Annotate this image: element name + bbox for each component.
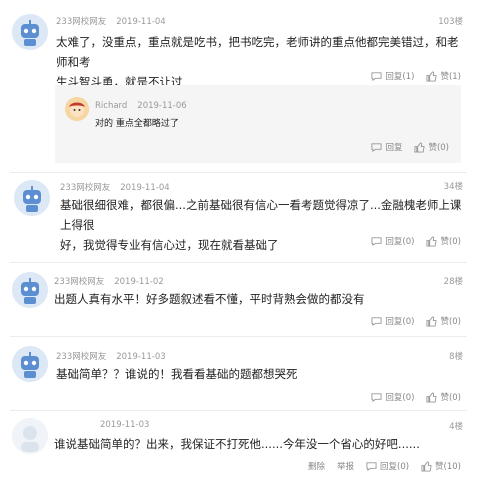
like-label: 赞(0) (440, 317, 461, 327)
cartoon-avatar-icon (65, 97, 89, 121)
avatar[interactable] (12, 14, 48, 50)
avatar[interactable] (12, 418, 48, 454)
reply-text: 对的 重点全都略过了 (95, 119, 179, 129)
like-label: 赞(1) (440, 72, 461, 82)
like-label: 赞(0) (440, 393, 461, 403)
reply-date: 2019-11-06 (137, 101, 187, 111)
floor-number: 28楼 (443, 277, 463, 287)
reply-icon (371, 142, 382, 152)
reply-button[interactable]: 回复(0) (371, 315, 414, 327)
thumb-up-icon (421, 460, 432, 472)
floor-number: 103楼 (438, 17, 463, 27)
thumb-up-icon (414, 141, 426, 153)
robot-avatar-icon (14, 180, 50, 216)
reply-icon (371, 71, 382, 81)
comment-item: 233网校网友 2019-11-04 103楼 太难了，没重点，重点就是吃书，把书… (0, 0, 477, 172)
reply-label: 回复(0) (385, 317, 415, 327)
comment-text-line: 太难了，没重点，重点就是吃书，把书吃完，老师讲的重点他都完美错过，和老师和考 (56, 35, 459, 69)
comment-text: 出题人真有水平！好多题叙述看不懂，平时背熟会做的都没有 (54, 289, 464, 309)
comment-text-line: 谁说基础简单的？出来，我保证不打死他......今年没一个省心的好吧...... (54, 437, 420, 451)
report-button[interactable]: 举报 (337, 460, 354, 472)
like-button[interactable]: 赞(0) (426, 315, 461, 327)
avatar[interactable] (65, 97, 89, 121)
comment-text: 太难了，没重点，重点就是吃书，把书吃完，老师讲的重点他都完美错过，和老师和考 生… (56, 32, 466, 92)
avatar[interactable] (14, 180, 50, 216)
comment-meta: 233网校网友 2019-11-03 (56, 350, 166, 362)
username[interactable]: 233网校网友 (56, 17, 106, 27)
reply-icon (371, 392, 382, 402)
reply-button[interactable]: 回复(0) (371, 391, 414, 403)
reply-label: 回复(0) (385, 393, 415, 403)
like-label: 赞(10) (435, 462, 461, 472)
reply-actions: 回复 赞(0) (371, 141, 449, 153)
comment-item: 233网校网友 2019-11-02 28楼 出题人真有水平！好多题叙述看不懂，平… (0, 262, 477, 336)
comment-item: 233网校网友 2019-11-04 34楼 基础很细很难，都很偏...之前基础很… (0, 172, 477, 262)
reply-label: 回复(0) (385, 237, 415, 247)
thumb-up-icon (426, 235, 438, 247)
comment-meta: 233网校网友 2019-11-04 (56, 15, 166, 27)
username[interactable]: 233网校网友 (54, 277, 104, 287)
like-button[interactable]: 赞(10) (421, 460, 461, 472)
robot-avatar-icon (12, 346, 48, 382)
robot-avatar-icon (12, 14, 48, 50)
username[interactable]: Richard (95, 101, 127, 111)
comment-text-line: 基础很细很难，都很偏...之前基础很有信心一看考题觉得凉了...金融槐老师上课上… (60, 198, 462, 232)
like-label: 赞(0) (428, 143, 449, 153)
avatar[interactable] (12, 272, 48, 308)
delete-button[interactable]: 删除 (308, 460, 325, 472)
comment-text-line: 出题人真有水平！好多题叙述看不懂，平时背熟会做的都没有 (54, 292, 365, 306)
like-button[interactable]: 赞(0) (426, 391, 461, 403)
blurred-avatar-icon (12, 418, 48, 454)
comment-date: 2019-11-02 (114, 277, 164, 287)
comment-date: 2019-11-04 (120, 183, 170, 193)
comment-text: 谁说基础简单的？出来，我保证不打死他......今年没一个省心的好吧...... (54, 434, 464, 454)
reply-meta: Richard 2019-11-06 (95, 101, 187, 111)
reply-icon (371, 236, 382, 246)
comment-meta: 2019-11-03 (100, 420, 149, 430)
like-button[interactable]: 赞(1) (426, 70, 461, 82)
comment-item: 2019-11-03 4楼 谁说基础简单的？出来，我保证不打死他......今年… (0, 410, 477, 484)
reply-button[interactable]: 回复(0) (366, 460, 409, 472)
comment-text-line: 基础简单？？谁说的！我看看基础的题都想哭死 (56, 367, 298, 381)
reply-label: 回复(1) (385, 72, 415, 82)
reply-box: Richard 2019-11-06 对的 重点全都略过了 回复 赞(0) (55, 85, 461, 163)
comment-actions: 回复(0) 赞(0) (371, 235, 461, 247)
reply-button[interactable]: 回复 (371, 141, 402, 153)
robot-avatar-icon (12, 272, 48, 308)
comment-date: 2019-11-03 (116, 352, 166, 362)
thumb-up-icon (426, 70, 438, 82)
reply-button[interactable]: 回复(1) (371, 70, 414, 82)
reply-icon (366, 461, 377, 471)
report-label: 举报 (336, 462, 354, 472)
reply-label: 回复(0) (380, 462, 410, 472)
reply-label: 回复 (385, 143, 403, 153)
comment-date: 2019-11-03 (100, 420, 150, 430)
like-button[interactable]: 赞(0) (414, 141, 449, 153)
thumb-up-icon (426, 315, 438, 327)
comment-actions: 删除 举报 回复(0) 赞(10) (308, 460, 461, 472)
comment-text: 基础简单？？谁说的！我看看基础的题都想哭死 (56, 364, 466, 384)
comment-item: 233网校网友 2019-11-03 8楼 基础简单？？谁说的！我看看基础的题都想… (0, 336, 477, 410)
comment-actions: 回复(0) 赞(0) (371, 315, 461, 327)
comment-meta: 233网校网友 2019-11-04 (60, 181, 170, 193)
comment-date: 2019-11-04 (116, 17, 166, 27)
delete-label: 删除 (307, 462, 325, 472)
comment-actions: 回复(1) 赞(1) (371, 70, 461, 82)
like-label: 赞(0) (440, 237, 461, 247)
reply-button[interactable]: 回复(0) (371, 235, 414, 247)
thumb-up-icon (426, 391, 438, 403)
comment-actions: 回复(0) 赞(0) (371, 391, 461, 403)
comment-meta: 233网校网友 2019-11-02 (54, 275, 164, 287)
avatar[interactable] (12, 346, 48, 382)
reply-icon (371, 316, 382, 326)
like-button[interactable]: 赞(0) (426, 235, 461, 247)
floor-number: 34楼 (443, 182, 463, 192)
username[interactable]: 233网校网友 (56, 352, 106, 362)
floor-number: 4楼 (449, 422, 463, 432)
username[interactable]: 233网校网友 (60, 183, 110, 193)
floor-number: 8楼 (449, 352, 463, 362)
